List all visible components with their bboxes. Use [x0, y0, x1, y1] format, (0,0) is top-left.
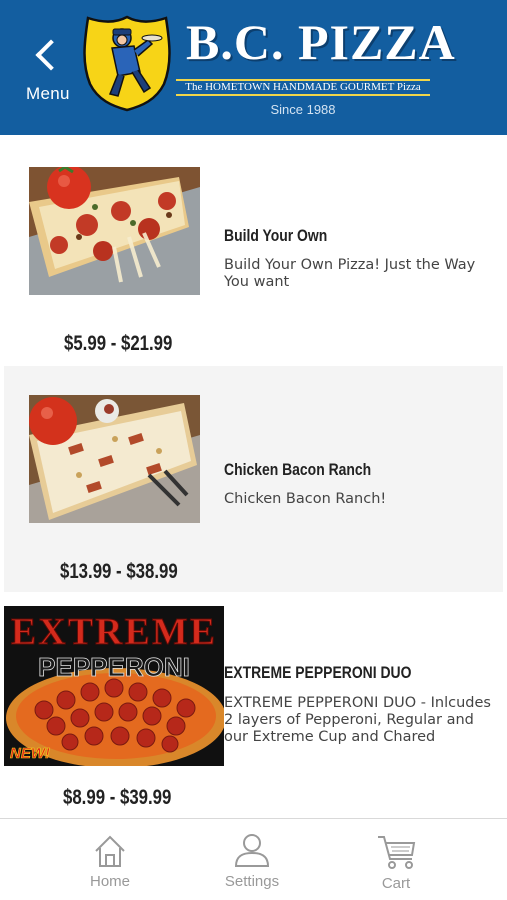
item-description: Chicken Bacon Ranch! — [224, 491, 387, 507]
item-price: $13.99 - $38.99 — [60, 560, 178, 583]
menu-item-chicken-bacon-ranch[interactable]: Chicken Bacon Ranch Chicken Bacon Ranch!… — [4, 366, 503, 592]
item-title: EXTREME PEPPERONI DUO — [224, 663, 412, 682]
extreme-pepperoni-photo: EXTREME PEPPERONI NEW! — [4, 606, 224, 766]
chevron-left-icon — [35, 39, 67, 71]
police-badge-logo — [83, 15, 171, 112]
item-title: Chicken Bacon Ranch — [224, 460, 372, 479]
pizza-slice-photo — [29, 167, 200, 295]
back-button[interactable]: Menu — [22, 39, 82, 110]
tab-settings-label: Settings — [224, 873, 280, 890]
cart-icon — [378, 836, 416, 869]
bottom-tab-bar: Home Settings Cart — [0, 818, 507, 900]
svg-text:PEPPERONI: PEPPERONI — [38, 652, 190, 682]
brand-since: Since 1988 — [270, 102, 336, 117]
tab-home[interactable]: Home — [50, 819, 170, 900]
brand-name: B.C. PIZZA — [186, 14, 456, 70]
menu-item-build-your-own[interactable]: Build Your Own Build Your Own Pizza! Jus… — [0, 140, 507, 366]
item-title: Build Your Own — [224, 226, 328, 245]
back-button-label: Menu — [26, 84, 70, 103]
home-icon — [95, 835, 125, 867]
menu-item-extreme-pepperoni-duo[interactable]: EXTREME PEPPERONI NEW! EXTREME PEPPERONI… — [0, 598, 507, 824]
tab-home-label: Home — [89, 873, 130, 890]
app-header: Menu B.C. PIZZA The HOMETOWN HANDMADE GO… — [0, 0, 507, 135]
tab-cart-label: Cart — [381, 875, 411, 892]
item-price: $5.99 - $21.99 — [64, 332, 173, 355]
brand-tagline: The HOMETOWN HANDMADE GOURMET Pizza — [176, 79, 430, 96]
tab-settings[interactable]: Settings — [192, 819, 312, 900]
tab-cart[interactable]: Cart — [336, 819, 456, 900]
person-icon — [234, 834, 270, 867]
chicken-bacon-ranch-photo — [29, 395, 200, 523]
item-description: Build Your Own Pizza! Just the Way You w… — [224, 257, 476, 290]
item-description: EXTREME PEPPERONI DUO - Inlcudes 2 layer… — [224, 695, 491, 745]
svg-text:EXTREME: EXTREME — [11, 611, 217, 653]
svg-text:NEW!: NEW! — [10, 745, 50, 762]
item-price: $8.99 - $39.99 — [63, 786, 172, 809]
